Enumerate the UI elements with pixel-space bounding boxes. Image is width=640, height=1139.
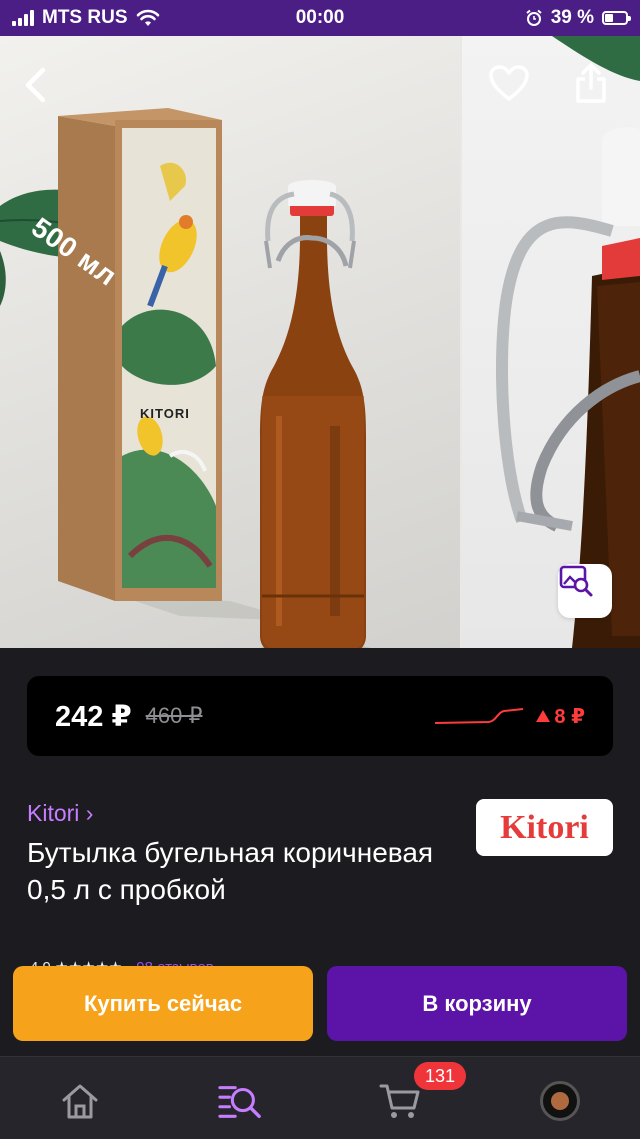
heart-icon <box>489 65 529 101</box>
brand-logo[interactable]: Kitori <box>476 799 613 856</box>
profile-avatar <box>540 1081 580 1121</box>
favorite-button[interactable] <box>488 64 536 112</box>
signal-icon <box>12 10 34 26</box>
share-button[interactable] <box>574 62 622 110</box>
brand-link[interactable]: Kitori › <box>27 800 93 827</box>
image-search-button[interactable] <box>558 564 612 618</box>
old-price: 460 ₽ <box>145 703 203 728</box>
product-photo-closeup <box>496 36 640 648</box>
tab-catalog[interactable] <box>218 1079 262 1123</box>
share-icon <box>576 63 606 103</box>
back-button[interactable] <box>22 66 66 110</box>
carrier-label: MTS RUS <box>42 7 128 28</box>
wifi-icon <box>136 9 159 26</box>
tab-cart[interactable] <box>378 1079 422 1123</box>
box-brand-label: KITORI <box>140 406 190 421</box>
back-arrow-icon <box>25 67 46 103</box>
price-history-sparkline <box>435 708 524 724</box>
cart-icon <box>379 1084 420 1118</box>
add-to-cart-button[interactable]: В корзину <box>327 966 627 1041</box>
buy-now-button[interactable]: Купить сейчас <box>13 966 313 1041</box>
current-price: 242 ₽ <box>55 700 132 733</box>
product-photo-main[interactable]: 500 мл KITORI <box>0 36 460 648</box>
screen: MTS RUS 00:00 39 % 500 мл KITORI 242 ₽ 4… <box>0 0 640 1139</box>
product-photo-next[interactable] <box>462 36 640 648</box>
product-title: Бутылка бугельная коричневая 0,5 л с про… <box>27 837 434 905</box>
catalog-search-icon <box>218 1086 261 1119</box>
tab-home[interactable] <box>58 1079 102 1123</box>
product-photo-illustration <box>0 108 371 648</box>
product-image-gallery[interactable]: 500 мл KITORI <box>0 36 640 648</box>
battery-percent: 39 % <box>550 7 594 28</box>
trend-up-icon <box>536 710 551 722</box>
image-search-icon <box>559 565 593 597</box>
home-icon <box>62 1084 98 1119</box>
tab-bar <box>0 1056 640 1139</box>
tab-profile[interactable] <box>538 1079 582 1123</box>
cart-count-badge: 131 <box>414 1062 466 1090</box>
alarm-icon <box>526 9 542 26</box>
status-bar: MTS RUS 00:00 39 % <box>0 0 640 36</box>
price-change: 8 ₽ <box>554 705 585 728</box>
price-trend: 8 ₽ <box>434 704 585 729</box>
action-bar: 4.9 ★★★★★98 отзывов Купить сейчас В корз… <box>0 958 640 1056</box>
clock: 00:00 <box>295 7 345 28</box>
price-card[interactable]: 242 ₽ 460 ₽ 8 ₽ <box>27 676 613 756</box>
battery-icon <box>602 11 631 25</box>
